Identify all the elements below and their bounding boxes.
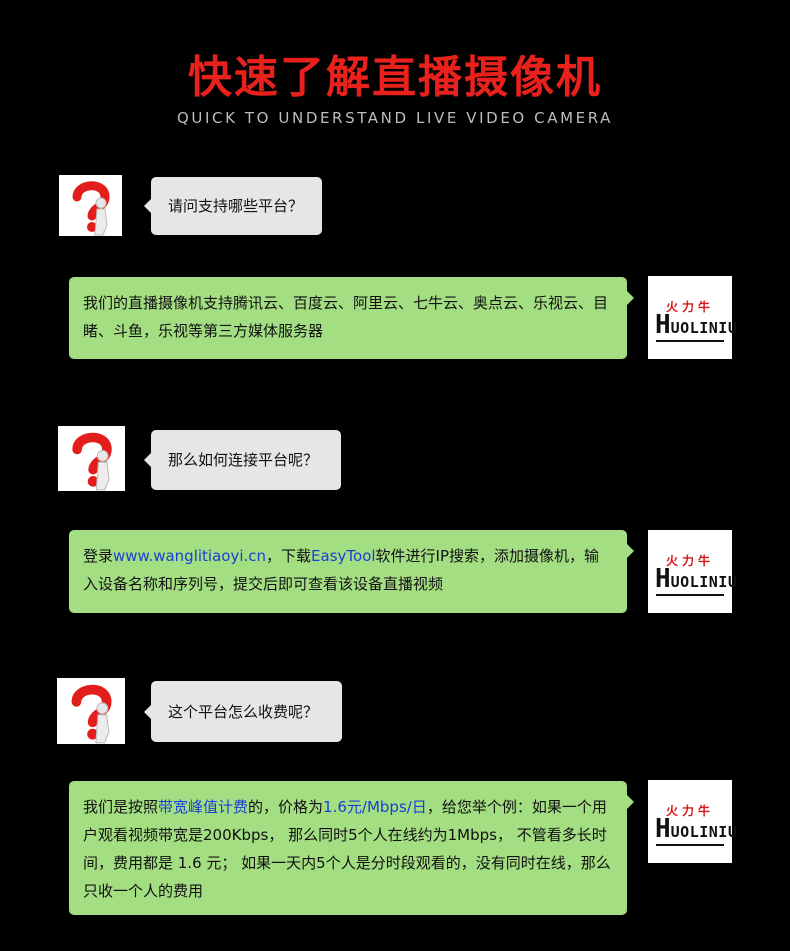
answer-bubble: 我们是按照带宽峰值计费的，价格为1.6元/Mbps/日，给您举个例：如果一个用户… <box>69 781 634 915</box>
answer-text-part: 我们是按照 <box>83 798 159 816</box>
question-text: 那么如何连接平台呢？ <box>168 451 319 469</box>
billing-method-highlight: 带宽峰值计费 <box>158 798 249 816</box>
question-bubble: 请问支持哪些平台？ <box>144 177 322 235</box>
logo-h: H <box>655 310 671 340</box>
question-text: 这个平台怎么收费呢？ <box>168 702 319 721</box>
logo-english-text: HUOLINIU <box>655 312 737 338</box>
answer-text-part: ，下载 <box>266 547 312 565</box>
page-subtitle: QUICK TO UNDERSTAND LIVE VIDEO CAMERA <box>177 109 613 127</box>
logo-underline <box>656 340 724 342</box>
question-bubble: 这个平台怎么收费呢？ <box>144 681 342 742</box>
question-avatar-icon <box>57 678 125 744</box>
page-title: 快速了解直播摄像机 <box>188 52 602 103</box>
easytool-link[interactable]: EasyTool <box>311 547 376 565</box>
logo-english-text: HUOLINIU <box>655 816 737 842</box>
logo-rest: UOLINIU <box>670 823 738 841</box>
price-highlight: 1.6元/Mbps/日 <box>323 798 427 816</box>
logo-h: H <box>655 564 671 594</box>
answer-text: 我们的直播摄像机支持腾讯云、百度云、阿里云、七牛云、奥点云、乐视云、目睹、斗鱼，… <box>83 294 609 340</box>
logo-english-text: HUOLINIU <box>655 566 737 592</box>
website-link[interactable]: www.wanglitiaoyi.cn <box>113 547 266 565</box>
logo-h: H <box>655 814 671 844</box>
question-text: 请问支持哪些平台？ <box>168 197 304 215</box>
logo-rest: UOLINIU <box>670 573 738 591</box>
logo-rest: UOLINIU <box>670 319 738 337</box>
huoliniu-logo-avatar: 火力牛 HUOLINIU <box>648 530 737 613</box>
logo-underline <box>656 594 724 596</box>
huoliniu-logo-avatar: 火力牛 HUOLINIU <box>648 276 737 359</box>
question-avatar-icon <box>59 175 122 236</box>
question-bubble: 那么如何连接平台呢？ <box>144 430 341 490</box>
answer-text-part: 的，价格为 <box>248 798 324 816</box>
logo-underline <box>656 844 724 846</box>
answer-bubble: 我们的直播摄像机支持腾讯云、百度云、阿里云、七牛云、奥点云、乐视云、目睹、斗鱼，… <box>69 277 634 359</box>
answer-bubble: 登录www.wanglitiaoyi.cn，下载EasyTool软件进行IP搜索… <box>69 530 634 613</box>
huoliniu-logo-avatar: 火力牛 HUOLINIU <box>648 780 737 863</box>
answer-text-part: 登录 <box>83 547 114 565</box>
question-avatar-icon <box>58 426 125 491</box>
